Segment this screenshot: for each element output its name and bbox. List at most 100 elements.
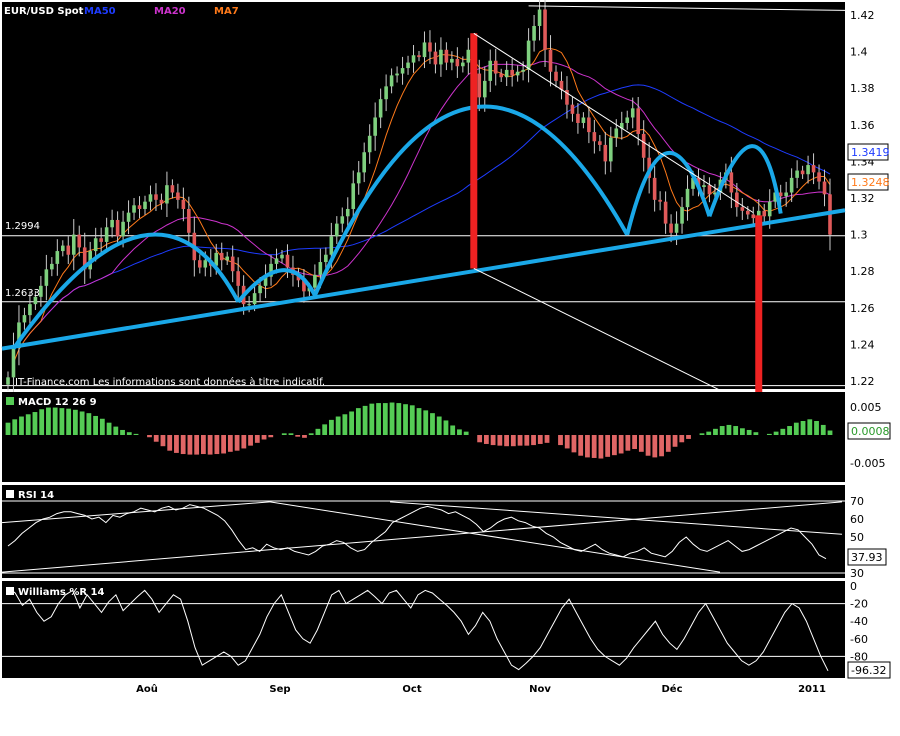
macd-bar [396,403,402,435]
candle-body [159,199,164,204]
macd-bar [221,435,227,454]
macd-bar [564,435,570,449]
candle-body [126,212,131,222]
candle-body [324,254,328,263]
candle-body [22,315,27,323]
macd-bar [72,409,78,435]
candle-body [630,108,635,118]
candle-body [181,199,186,209]
candle-body [170,185,175,193]
candle-body [482,80,487,98]
macd-bar [106,422,112,435]
macd-legend-swatch [6,397,14,405]
macd-bar [281,433,287,435]
price-tick-label: 1.22 [850,375,875,388]
candle-body [543,9,547,50]
macd-bar [5,422,11,435]
macd-bar [591,435,597,458]
macd-bar [302,435,307,438]
macd-bar [268,435,274,438]
macd-bar [32,412,38,435]
candle-body [362,152,366,173]
candle-body [532,25,536,41]
macd-bar [544,435,550,443]
candle-body [625,117,630,123]
macd-bar [571,435,577,453]
macd-bar [52,407,58,435]
level-label-lower: 1.2633 [5,288,40,299]
macd-bar [632,435,638,449]
macd-bar [120,429,125,435]
macd-bar [376,403,381,435]
macd-bar [457,429,462,435]
macd-panel-background [2,392,845,482]
candle-body [373,117,377,136]
candle-body [345,208,350,217]
candle-body [285,254,290,268]
chart-canvas: 1.221.241.261.281.31.321.341.361.381.41.… [0,0,900,732]
macd-bar [403,404,408,435]
macd-bar [241,435,247,449]
candle-body [455,58,460,67]
candle-body [461,62,465,67]
candle-body [406,62,410,69]
candle-body [44,269,49,286]
date-tick-label: Déc [661,683,682,695]
price-tick-label: 1.26 [850,302,875,315]
macd-bar [362,405,368,435]
level-label-upper: 1.2994 [5,221,40,232]
candle-body [318,262,323,275]
price-tick-label: 1.24 [850,338,875,351]
macd-bar [665,435,671,452]
ma7-legend: MA7 [214,6,239,17]
price-tick-label: 1.4 [850,46,868,59]
macd-bar [200,435,206,455]
candle-body [121,221,125,237]
candle-body [143,201,147,209]
macd-bar [780,428,786,435]
candle-body [203,260,208,268]
rsi-title: RSI 14 [18,490,54,501]
williams-tick-label: 0 [850,580,857,593]
macd-bar [517,435,523,446]
macd-bar [645,435,651,456]
macd-bar [355,408,361,435]
candle-body [641,133,646,158]
macd-bar [342,414,348,435]
macd-bar [753,432,759,435]
candle-body [258,285,262,294]
macd-bar [537,435,543,444]
macd-bar [133,433,139,435]
candle-body [811,165,816,173]
candle-body [335,223,339,237]
macd-bar [463,431,469,435]
price-tick-label: 1.36 [850,119,875,132]
macd-bar [814,421,819,435]
macd-bar [25,414,31,435]
macd-bar [86,413,92,435]
macd-bar [39,409,45,435]
macd-bar [531,435,536,446]
macd-bar [382,403,388,435]
macd-bar [719,426,725,435]
candle-body [581,117,586,123]
candle-body [104,227,109,242]
macd-bar [12,419,18,435]
candle-body [428,42,432,52]
macd-bar [389,402,395,435]
macd-bar [79,411,85,435]
candle-body [71,234,76,255]
macd-bar [558,435,563,446]
macd-title: MACD 12 26 9 [18,397,97,408]
macd-bar [227,435,233,452]
macd-bar [713,428,718,435]
candle-body [351,183,356,209]
macd-bar [578,435,584,456]
candle-body [767,201,772,217]
macd-bar [288,433,294,435]
macd-bar [295,435,301,437]
candle-body [176,192,180,200]
macd-bar [652,435,658,458]
williams-panel: 0 -20 -40 -60 -80 Williams %R 14 -96.32 [2,580,891,679]
candle-body [806,165,810,175]
